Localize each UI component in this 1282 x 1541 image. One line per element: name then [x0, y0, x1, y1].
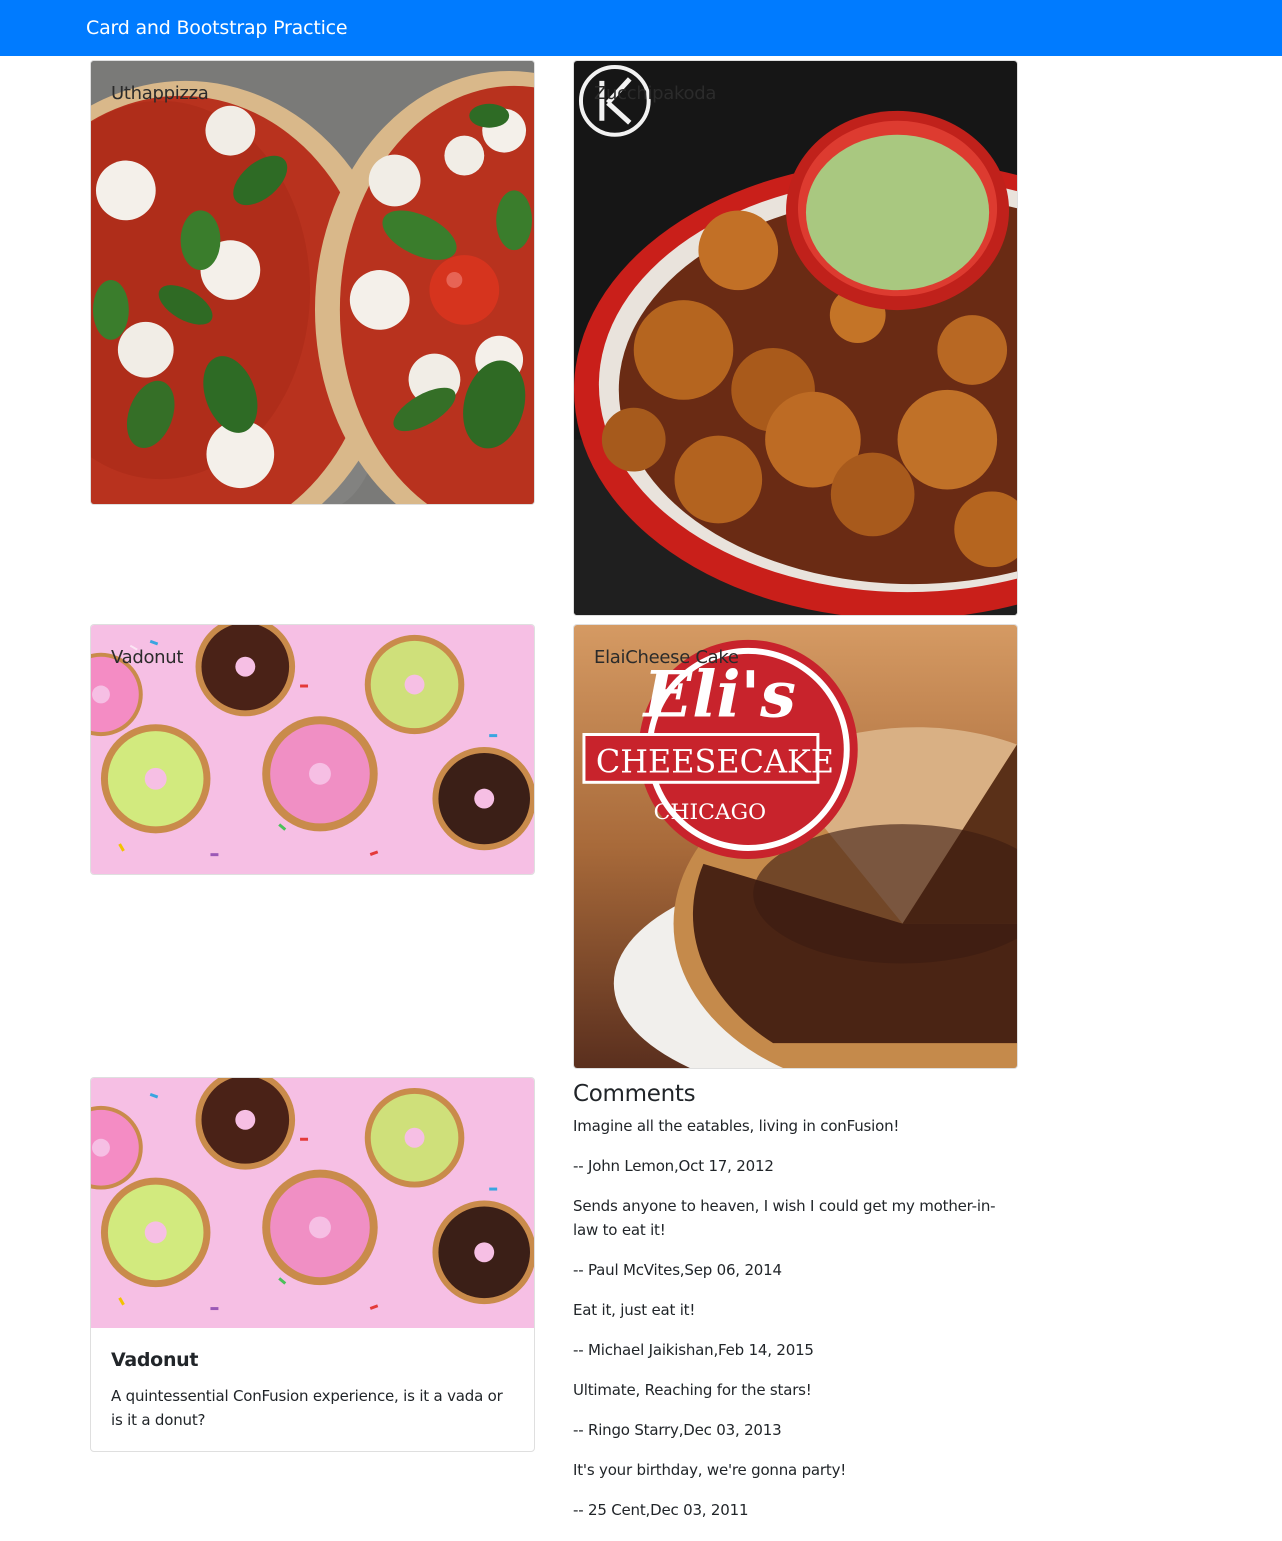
comment-text: Imagine all the eatables, living in conF…: [573, 1117, 900, 1135]
comment-text: It's your birthday, we're gonna party!: [573, 1461, 847, 1479]
comment-author: -- Ringo Starry,Dec 03, 2013: [573, 1421, 782, 1439]
card-elaicheese-cake[interactable]: Eli's CHEESECAKE CHICAGO ElaiCheese Cake: [573, 624, 1018, 1069]
pakoda-image: [574, 61, 1017, 615]
card-vadonut-detail[interactable]: Vadonut A quintessential ConFusion exper…: [90, 1077, 535, 1452]
comments-heading: Comments: [573, 1081, 696, 1107]
card-title-zucchipakoda: Zucchipakoda: [594, 83, 717, 104]
comment-item: Ultimate, Reaching for the stars! -- Rin…: [573, 1378, 1018, 1442]
card-title-vadonut-detail: Vadonut: [111, 1349, 199, 1371]
comment-author: -- 25 Cent,Dec 03, 2011: [573, 1501, 749, 1519]
comment-item: Imagine all the eatables, living in conF…: [573, 1114, 1018, 1178]
comments-section: Comments Imagine all the eatables, livin…: [573, 1080, 1018, 1538]
pizza-image: [91, 61, 534, 504]
comment-text: Ultimate, Reaching for the stars!: [573, 1381, 812, 1399]
card-description: A quintessential ConFusion experience, i…: [111, 1387, 503, 1429]
comment-author: -- Paul McVites,Sep 06, 2014: [573, 1261, 782, 1279]
card-zucchipakoda[interactable]: Zucchipakoda: [573, 60, 1018, 616]
comment-text: Sends anyone to heaven, I wish I could g…: [573, 1197, 996, 1239]
comment-text: Eat it, just eat it!: [573, 1301, 696, 1319]
card-uthappizza[interactable]: Uthappizza: [90, 60, 535, 505]
card-title-vadonut: Vadonut: [111, 647, 184, 668]
cheesecake-image: Eli's CHEESECAKE CHICAGO: [574, 625, 1017, 1068]
cheesecake-logo-line3: CHICAGO: [654, 800, 766, 825]
navbar-brand[interactable]: Card and Bootstrap Practice: [86, 16, 348, 40]
card-title-elaicheese-cake: ElaiCheese Cake: [594, 647, 739, 668]
navbar: Card and Bootstrap Practice: [0, 0, 1282, 56]
comment-item: Eat it, just eat it! -- Michael Jaikisha…: [573, 1298, 1018, 1362]
card-body: Vadonut A quintessential ConFusion exper…: [111, 1348, 516, 1432]
comment-item: Sends anyone to heaven, I wish I could g…: [573, 1194, 1018, 1282]
card-vadonut[interactable]: Vadonut: [90, 624, 535, 875]
card-title-uthappizza: Uthappizza: [111, 83, 209, 104]
comment-author: -- John Lemon,Oct 17, 2012: [573, 1157, 774, 1175]
comment-author: -- Michael Jaikishan,Feb 14, 2015: [573, 1341, 814, 1359]
cheesecake-logo-line2: CHEESECAKE: [596, 742, 834, 780]
donut-image: [91, 1078, 534, 1328]
comment-item: It's your birthday, we're gonna party! -…: [573, 1458, 1018, 1522]
